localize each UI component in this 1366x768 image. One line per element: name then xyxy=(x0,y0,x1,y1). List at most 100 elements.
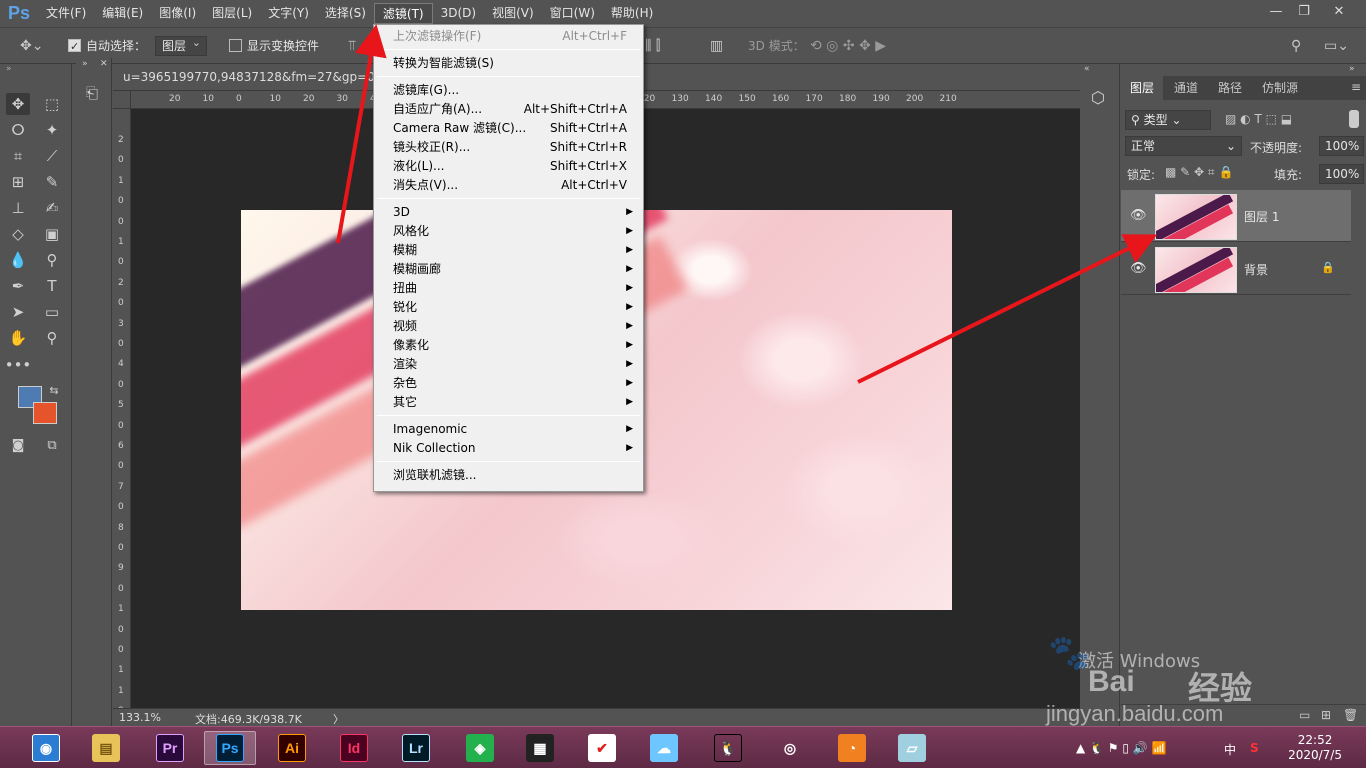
fill-input[interactable]: 100% xyxy=(1319,164,1364,184)
collapse-icon[interactable]: « xyxy=(1084,64,1090,74)
close-panel-icon[interactable]: ✕ xyxy=(100,59,108,69)
collapse-icon[interactable]: » xyxy=(1349,64,1355,74)
menu-item[interactable]: 文字(Y) xyxy=(260,3,317,24)
layer-row[interactable]: 👁 图层 1 xyxy=(1121,190,1351,242)
taskbar-app-pr[interactable]: Pr xyxy=(144,731,196,765)
taskbar-app-maps[interactable]: ◈ xyxy=(454,731,506,765)
quick-mask-icon[interactable]: ◙ xyxy=(6,434,30,456)
status-expand-icon[interactable]: 〉 xyxy=(333,711,344,727)
blur-tool-icon[interactable]: 💧 xyxy=(6,249,30,271)
menu-item[interactable]: 编辑(E) xyxy=(94,3,151,24)
filter-menu-item[interactable]: 杂色 ▶ xyxy=(393,374,633,393)
panel-tab[interactable]: 路径 xyxy=(1209,76,1251,100)
menu-item[interactable]: 文件(F) xyxy=(38,3,94,24)
magic-wand-tool-icon[interactable]: ✦ xyxy=(40,119,64,141)
layer-name[interactable]: 图层 1 xyxy=(1244,208,1279,225)
menu-item[interactable]: 3D(D) xyxy=(433,3,484,24)
filter-menu-item[interactable]: 滤镜库(G)... xyxy=(393,81,633,100)
layer-filter-dropdown[interactable]: ⚲ 类型 ⌄ xyxy=(1125,110,1211,130)
taskbar-app-notes[interactable]: ▱ xyxy=(886,731,938,765)
filter-menu-item[interactable]: 自适应广角(A)... Alt+Shift+Ctrl+A xyxy=(393,100,633,119)
layer-thumbnail[interactable] xyxy=(1155,194,1237,240)
stamp-tool-icon[interactable]: ⊥ xyxy=(6,197,30,219)
menu-item[interactable]: 选择(S) xyxy=(317,3,374,24)
move-tool-icon[interactable]: ✥ xyxy=(6,93,30,115)
close-button[interactable]: ✕ xyxy=(1325,0,1353,22)
history-panel-icon[interactable]: ⎗ xyxy=(86,84,98,102)
menu-item[interactable]: 图像(I) xyxy=(151,3,204,24)
align-top-icon[interactable]: ⫪ xyxy=(348,36,356,56)
blend-mode-dropdown[interactable]: 正常 ⌄ xyxy=(1125,136,1242,156)
zoom-level[interactable]: 133.1% xyxy=(119,711,161,724)
taskbar-app-qq[interactable]: 🐧 xyxy=(702,731,754,765)
filter-menu-item[interactable]: 镜头校正(R)... Shift+Ctrl+R xyxy=(393,138,633,157)
sogou-icon[interactable]: S xyxy=(1250,741,1259,755)
visibility-eye-icon[interactable]: 👁 xyxy=(1130,261,1147,276)
filter-menu-item[interactable]: 3D ▶ xyxy=(393,203,633,222)
auto-select-checkbox[interactable]: 自动选择： xyxy=(68,36,146,57)
minimize-button[interactable]: — xyxy=(1262,0,1290,22)
collapse-icon[interactable]: » xyxy=(6,64,12,74)
menu-item[interactable]: 滤镜(T) xyxy=(373,3,433,24)
screen-mode-icon[interactable]: ⧉ xyxy=(40,434,64,456)
move-tool-preset-icon[interactable]: ✥⌄ xyxy=(20,36,43,56)
healing-tool-icon[interactable]: ⊞ xyxy=(6,171,30,193)
auto-select-target-dropdown[interactable]: 图层 xyxy=(155,34,208,56)
menu-item[interactable]: 窗口(W) xyxy=(542,3,603,24)
auto-align-icon[interactable]: ▥ xyxy=(710,36,723,56)
filter-menu-item[interactable]: 模糊 ▶ xyxy=(393,241,633,260)
delete-layer-icon[interactable]: 🗑 xyxy=(1343,708,1358,722)
background-color-swatch[interactable] xyxy=(33,402,57,424)
taskbar-app-chrome[interactable]: ◎ xyxy=(764,731,816,765)
ruler-origin[interactable] xyxy=(113,91,131,109)
menu-item[interactable]: 视图(V) xyxy=(484,3,542,24)
ruler-vertical[interactable]: 20100102030405060708090100110 xyxy=(113,91,131,708)
taskbar-app-media[interactable]: ▦ xyxy=(514,731,566,765)
taskbar-app-ai[interactable]: Ai xyxy=(266,731,318,765)
filter-type-icons[interactable]: ▨ ◐ T ⬚ ⬓ xyxy=(1225,112,1292,126)
filter-menu-item[interactable]: 液化(L)... Shift+Ctrl+X xyxy=(393,157,633,176)
3d-panel-icon[interactable]: ⬡ xyxy=(1091,88,1105,107)
taskbar-app-tool[interactable]: ✔ xyxy=(576,731,628,765)
search-icon[interactable]: ⚲ xyxy=(1291,36,1301,56)
taskbar-app-browser[interactable]: ◔ xyxy=(826,731,878,765)
filter-menu-item[interactable]: Imagenomic ▶ xyxy=(393,420,633,439)
brush-tool-icon[interactable]: ✎ xyxy=(40,171,64,193)
lock-options-icons[interactable]: ▩ ✎ ✥ ⌗ 🔒 xyxy=(1165,165,1233,180)
restore-button[interactable]: ❐ xyxy=(1290,0,1318,22)
marquee-tool-icon[interactable]: ⬚ xyxy=(40,93,64,115)
filter-toggle[interactable] xyxy=(1349,110,1359,128)
panel-tab[interactable]: 仿制源 xyxy=(1253,76,1307,100)
taskbar-app-ie[interactable]: ◉ xyxy=(20,731,72,765)
panel-menu-icon[interactable]: ≡ xyxy=(1351,80,1361,94)
filter-menu-item[interactable]: 锐化 ▶ xyxy=(393,298,633,317)
menu-item[interactable]: 帮助(H) xyxy=(603,3,661,24)
more-tools-icon[interactable]: ••• xyxy=(5,354,32,376)
crop-tool-icon[interactable]: ⌗ xyxy=(6,145,30,167)
taskbar-app-bird[interactable]: ☁ xyxy=(638,731,690,765)
dodge-tool-icon[interactable]: ⚲ xyxy=(40,249,64,271)
opacity-input[interactable]: 100% xyxy=(1319,136,1364,156)
pen-tool-icon[interactable]: ✒ xyxy=(6,275,30,297)
filter-menu-item[interactable]: 风格化 ▶ xyxy=(393,222,633,241)
visibility-eye-icon[interactable]: 👁 xyxy=(1130,208,1147,223)
menu-item[interactable]: 图层(L) xyxy=(204,3,260,24)
filter-menu-item[interactable]: 扭曲 ▶ xyxy=(393,279,633,298)
expand-icon[interactable]: » xyxy=(82,59,88,69)
filter-menu-item[interactable]: 转换为智能滤镜(S) xyxy=(393,54,633,73)
layer-row[interactable]: 👁 背景 🔒 xyxy=(1121,243,1351,295)
taskbar-app-lr[interactable]: Lr xyxy=(390,731,442,765)
filter-menu-item[interactable]: 视频 ▶ xyxy=(393,317,633,336)
filter-menu-item[interactable]: 模糊画廊 ▶ xyxy=(393,260,633,279)
type-tool-icon[interactable]: T xyxy=(40,275,64,297)
filter-menu-item[interactable]: Nik Collection ▶ xyxy=(393,439,633,458)
3d-mode-icons[interactable]: ⟲ ◎ ✣ ✥ ▶ xyxy=(810,36,886,56)
hand-tool-icon[interactable]: ✋ xyxy=(6,327,30,349)
filter-menu-item[interactable]: 消失点(V)... Alt+Ctrl+V xyxy=(393,176,633,195)
tray-icons[interactable]: ▲ 🐧 ⚑ ▯ 🔊 📶 xyxy=(1076,741,1167,755)
lasso-tool-icon[interactable]: ⵔ xyxy=(6,119,30,141)
path-selection-tool-icon[interactable]: ➤ xyxy=(6,301,30,323)
rectangle-tool-icon[interactable]: ▭ xyxy=(40,301,64,323)
distribute-icon[interactable]: ⫼ ⫿ xyxy=(645,36,660,56)
system-clock[interactable]: 22:52 2020/7/5 xyxy=(1288,733,1342,763)
